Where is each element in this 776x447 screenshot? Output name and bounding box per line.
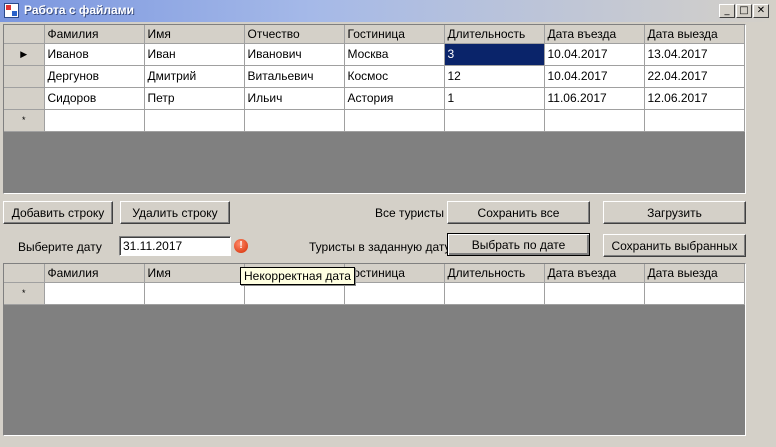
save-selected-button[interactable]: Сохранить выбранных [603,234,746,257]
new-row-star-icon[interactable]: * [4,109,45,132]
cell[interactable]: 1 [444,87,545,110]
select-by-date-button[interactable]: Выбрать по дате [447,233,590,256]
column-header[interactable]: Имя [144,25,245,44]
cell[interactable] [344,109,445,132]
column-header[interactable]: Гостиница [344,264,445,283]
error-tooltip: Некорректная дата [240,267,355,285]
close-button[interactable]: ✕ [753,4,769,18]
tourists-by-date-label: Туристы в заданную дату [309,240,451,254]
error-icon[interactable]: ! [234,239,248,253]
minimize-button[interactable]: _ [719,4,735,18]
cell[interactable]: Дергунов [44,65,145,88]
row-header[interactable] [4,87,45,110]
new-row[interactable]: * [4,109,745,132]
cell[interactable]: 10.04.2017 [544,65,645,88]
cell[interactable]: Петр [144,87,245,110]
cell[interactable] [444,282,545,305]
current-row-arrow-icon[interactable]: ▶ [4,43,45,66]
header-row: Фамилия Имя Отчество Гостиница Длительно… [4,25,745,44]
column-header[interactable]: Гостиница [344,25,445,44]
cell[interactable]: Сидоров [44,87,145,110]
cell[interactable] [44,109,145,132]
new-row[interactable]: * [4,282,745,305]
maximize-button[interactable]: □ [736,4,752,18]
cell[interactable]: 12 [444,65,545,88]
new-row-star-icon[interactable]: * [4,282,45,305]
column-header[interactable]: Длительность [444,25,545,44]
cell[interactable]: 22.04.2017 [644,65,745,88]
selected-cell[interactable]: 3 [444,43,545,66]
date-input[interactable] [119,236,231,256]
selected-tourists-grid[interactable]: Фамилия Имя Отчество Гостиница Длительно… [3,263,746,436]
delete-row-button[interactable]: Удалить строку [120,201,230,224]
table-row[interactable]: Дергунов Дмитрий Витальевич Космос 12 10… [4,65,745,88]
cell[interactable]: 10.04.2017 [544,43,645,66]
cell[interactable]: Космос [344,65,445,88]
column-header[interactable]: Длительность [444,264,545,283]
cell[interactable] [244,282,345,305]
all-tourists-label: Все туристы [375,206,445,220]
corner-header [4,264,45,283]
cell[interactable] [444,109,545,132]
cell[interactable] [144,109,245,132]
cell[interactable]: Иван [144,43,245,66]
app-icon [4,3,19,18]
add-row-button[interactable]: Добавить строку [3,201,113,224]
cell[interactable] [544,282,645,305]
title-bar[interactable]: Работа с файлами _ □ ✕ [0,0,776,22]
cell[interactable] [644,109,745,132]
cell[interactable]: Ильич [244,87,345,110]
cell[interactable] [644,282,745,305]
cell[interactable] [44,282,145,305]
row-header[interactable] [4,65,45,88]
all-tourists-grid[interactable]: Фамилия Имя Отчество Гостиница Длительно… [3,24,746,194]
column-header[interactable]: Фамилия [44,25,145,44]
cell[interactable]: 12.06.2017 [644,87,745,110]
column-header[interactable]: Дата выезда [644,264,745,283]
table-row[interactable]: Сидоров Петр Ильич Астория 1 11.06.2017 … [4,87,745,110]
save-all-button[interactable]: Сохранить все [447,201,590,224]
header-row: Фамилия Имя Отчество Гостиница Длительно… [4,264,745,283]
cell[interactable]: 13.04.2017 [644,43,745,66]
cell[interactable]: Иванович [244,43,345,66]
cell[interactable] [344,282,445,305]
load-button[interactable]: Загрузить [603,201,746,224]
cell[interactable] [244,109,345,132]
column-header[interactable]: Фамилия [44,264,145,283]
column-header[interactable]: Дата въезда [544,264,645,283]
window-title: Работа с файлами [24,3,134,17]
cell[interactable]: Витальевич [244,65,345,88]
table-row[interactable]: ▶ Иванов Иван Иванович Москва 3 10.04.20… [4,43,745,66]
cell[interactable]: Дмитрий [144,65,245,88]
column-header[interactable]: Отчество [244,25,345,44]
column-header[interactable]: Дата выезда [644,25,745,44]
cell[interactable]: Астория [344,87,445,110]
column-header[interactable]: Имя [144,264,245,283]
cell[interactable]: Москва [344,43,445,66]
choose-date-label: Выберите дату [18,240,102,254]
column-header[interactable]: Дата въезда [544,25,645,44]
cell[interactable]: Иванов [44,43,145,66]
corner-header [4,25,45,44]
cell[interactable]: 11.06.2017 [544,87,645,110]
cell[interactable] [144,282,245,305]
cell[interactable] [544,109,645,132]
